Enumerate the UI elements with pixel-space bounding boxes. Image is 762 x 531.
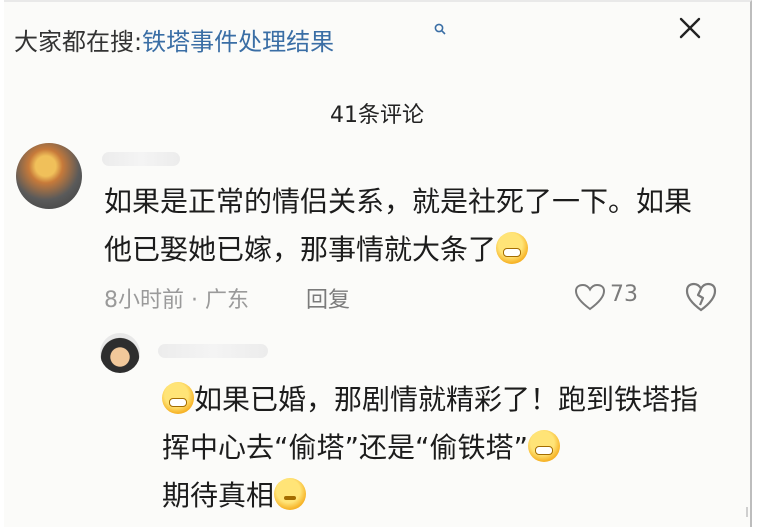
avatar[interactable]: [16, 143, 82, 209]
search-suggestion-bar[interactable]: 大家都在搜:铁塔事件处理结果: [14, 22, 334, 57]
comment-time: 8小时前: [104, 288, 184, 313]
search-icon[interactable]: [434, 23, 446, 35]
scroll-indicator: [746, 507, 748, 517]
comment-panel: 大家都在搜:铁塔事件处理结果 41条评论 如果是正常的情侣关系，就是社死了一下。…: [4, 0, 752, 527]
comment-meta: 8小时前 · 广东: [104, 282, 249, 314]
thinking-emoji-icon: [274, 478, 307, 510]
heart-icon[interactable]: [574, 283, 606, 311]
reply-button[interactable]: 回复: [306, 282, 350, 314]
reply-body-part1: 如果已婚，那剧情就精彩了！跑到铁塔指挥中心去“偷塔”还是“偷铁塔”: [162, 383, 699, 464]
like-count: 73: [610, 282, 638, 307]
comment-body: 如果是正常的情侣关系，就是社死了一下。如果他已娶她已嫁，那事情就大条了: [104, 185, 693, 266]
broken-heart-icon[interactable]: [684, 281, 718, 313]
reply-text: 如果已婚，那剧情就精彩了！跑到铁塔指挥中心去“偷塔”还是“偷铁塔” 期待真相: [162, 376, 722, 520]
reply-body-part2: 期待真相: [162, 479, 275, 512]
comment-count: 41条评论: [330, 103, 424, 128]
grinning-sweat-emoji-icon: [528, 430, 561, 462]
close-icon[interactable]: [676, 14, 704, 42]
comment-location: 广东: [205, 288, 250, 313]
search-separator: :: [134, 28, 143, 56]
username-blurred[interactable]: [158, 344, 268, 358]
search-query-link[interactable]: 铁塔事件处理结果: [142, 28, 334, 56]
username-blurred[interactable]: [102, 152, 180, 166]
avatar[interactable]: [100, 333, 140, 373]
search-prefix: 大家都在搜: [14, 28, 134, 56]
meta-separator: ·: [191, 288, 198, 313]
grinning-sweat-emoji-icon: [162, 382, 194, 414]
comment-text: 如果是正常的情侣关系，就是社死了一下。如果他已娶她已嫁，那事情就大条了: [104, 178, 704, 274]
grinning-sweat-emoji-icon: [496, 232, 529, 264]
